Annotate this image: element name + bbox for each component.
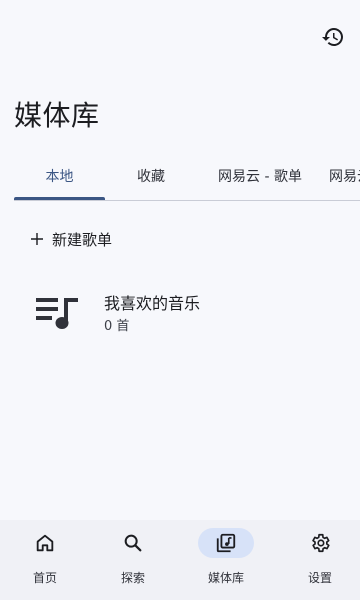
list-item[interactable]: 我喜欢的音乐 0 首 — [0, 284, 360, 344]
nav-settings[interactable]: 设置 — [275, 520, 360, 600]
search-icon — [124, 534, 142, 552]
tab-indicator — [14, 197, 105, 200]
home-icon — [36, 534, 54, 552]
gear-icon — [312, 533, 330, 553]
page-title: 媒体库 — [14, 99, 100, 132]
playlist-name: 我喜欢的音乐 — [104, 294, 201, 313]
new-playlist-button[interactable]: 新建歌单 — [30, 226, 112, 252]
playlist-icon — [36, 298, 78, 329]
nav-home-label: 首页 — [32, 571, 57, 585]
nav-library-label: 媒体库 — [207, 571, 244, 585]
nav-library[interactable]: 媒体库 — [181, 520, 271, 600]
history-icon — [322, 28, 343, 46]
library-icon — [216, 533, 236, 553]
tab-favorites[interactable]: 收藏 — [105, 160, 197, 198]
tab-netease-more[interactable]: 网易云 — [323, 160, 360, 198]
nav-explore[interactable]: 探索 — [88, 520, 178, 600]
nav-explore-label: 探索 — [120, 571, 145, 585]
playlist-count: 0 首 — [104, 319, 130, 334]
plus-icon — [31, 233, 43, 245]
history-button[interactable] — [318, 22, 348, 52]
nav-settings-label: 设置 — [307, 571, 332, 585]
bottom-nav: 首页 探索 媒体库 设置 — [0, 520, 360, 600]
new-playlist-label: 新建歌单 — [52, 230, 113, 249]
tab-bar: 本地 收藏 网易云 - 歌单 网易云 — [14, 160, 360, 201]
nav-home[interactable]: 首页 — [0, 520, 90, 600]
tab-local[interactable]: 本地 — [14, 160, 105, 198]
tab-netease-playlists[interactable]: 网易云 - 歌单 — [197, 160, 323, 198]
